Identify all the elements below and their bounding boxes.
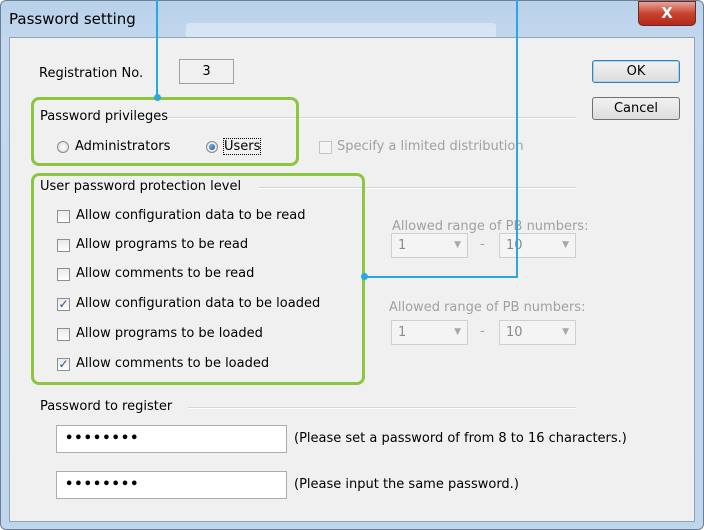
- load-range-to-value: 10: [506, 325, 523, 340]
- read-range-to-value: 10: [506, 238, 523, 253]
- load-range-to-select[interactable]: 10 ▼: [499, 320, 576, 345]
- load-range-separator: -: [480, 324, 485, 339]
- chevron-down-icon: ▼: [454, 240, 461, 250]
- close-button[interactable]: X: [638, 1, 696, 26]
- register-group-line: [188, 407, 576, 409]
- password-confirm-input[interactable]: ••••••••: [56, 471, 287, 499]
- chevron-down-icon: ▼: [562, 327, 569, 337]
- registration-label: Registration No.: [39, 66, 144, 81]
- limited-distribution-checkbox[interactable]: [319, 141, 332, 154]
- title-bar[interactable]: Password setting X: [1, 1, 703, 41]
- limited-distribution-label: Specify a limited distribution: [337, 139, 524, 154]
- ok-button[interactable]: OK: [592, 60, 680, 83]
- chevron-down-icon: ▼: [562, 240, 569, 250]
- protection-highlight-box: [31, 173, 365, 385]
- load-range-label: Allowed range of PB numbers:: [389, 300, 586, 315]
- privileges-highlight-box: [31, 97, 299, 166]
- callout-dot-privileges: [154, 94, 161, 101]
- password-input[interactable]: ••••••••: [56, 425, 287, 453]
- callout-line-protection-horizontal: [365, 276, 518, 278]
- callout-dot-protection: [361, 273, 368, 280]
- dialog-title: Password setting: [9, 10, 136, 28]
- load-range-from-select[interactable]: 1 ▼: [391, 320, 468, 345]
- callout-line-protection-vertical: [516, 0, 518, 277]
- callout-line-privileges: [156, 0, 158, 97]
- register-group-label: Password to register: [40, 399, 173, 414]
- read-range-from-value: 1: [398, 238, 407, 253]
- registration-number-field: 3: [179, 59, 234, 84]
- chevron-down-icon: ▼: [454, 327, 461, 337]
- read-range-separator: -: [480, 237, 485, 252]
- read-range-to-select[interactable]: 10 ▼: [499, 233, 576, 258]
- password-confirm-hint: (Please input the same password.): [294, 477, 519, 492]
- load-range-from-value: 1: [398, 325, 407, 340]
- password-hint: (Please set a password of from 8 to 16 c…: [294, 431, 627, 446]
- read-range-from-select[interactable]: 1 ▼: [391, 233, 468, 258]
- read-range-label: Allowed range of PB numbers:: [392, 219, 589, 234]
- cancel-button[interactable]: Cancel: [592, 97, 680, 120]
